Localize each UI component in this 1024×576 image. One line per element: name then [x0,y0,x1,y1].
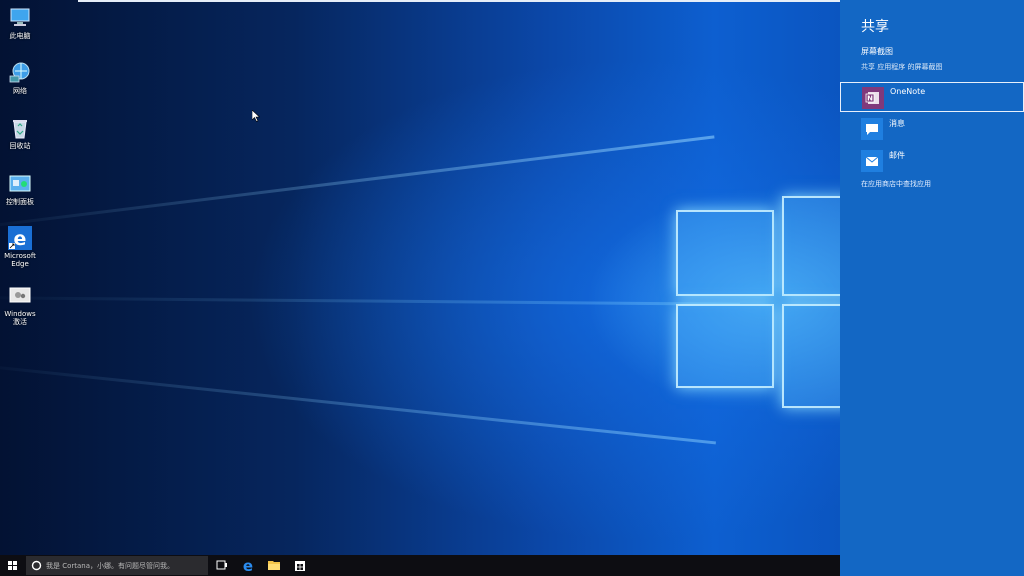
desktop-icon-recycle-bin[interactable]: 回收站 [2,116,38,150]
svg-text:e: e [14,228,27,250]
light-beam [0,362,716,445]
windows-logo-pane [676,210,774,296]
desktop-icon-network[interactable]: 网络 [2,61,38,95]
edge-icon: e [8,226,32,250]
desktop-icon-label: 此电脑 [9,32,31,40]
light-beam [0,135,715,231]
start-button[interactable] [0,555,24,576]
recycle-bin-icon [8,116,32,140]
desktop-icon-label: 网络 [13,87,27,95]
svg-text:N: N [867,95,873,103]
share-title: 共享 [861,19,889,35]
window-edge [78,0,948,2]
desktop-icon-label: Windows激活 [4,310,36,326]
cortana-icon [31,560,42,571]
windows-activation-icon [8,284,32,308]
desktop [0,0,840,555]
edge-icon: e [243,557,253,575]
file-explorer-icon [268,561,280,570]
desktop-icon-edge[interactable]: e Microsoft Edge [2,226,38,268]
desktop-icon-label: 回收站 [9,142,31,150]
svg-text:e: e [243,557,253,575]
share-panel: 共享 屏幕截图 共享 应用程序 的屏幕截图 N OneNote 消息 邮件 在应… [840,0,1024,576]
cortana-search-box[interactable]: 我是 Cortana，小娜。有问题尽管问我。 [26,556,208,575]
task-view-button[interactable] [210,555,234,576]
message-icon [861,118,883,140]
control-panel-icon [8,172,32,196]
share-target-messages[interactable]: 消息 [840,114,1024,144]
share-target-label: 消息 [889,119,905,128]
store-icon [295,561,305,571]
desktop-icon-label: Microsoft Edge [4,252,36,268]
taskbar-store-button[interactable] [288,555,312,576]
desktop-icon-windows-activation[interactable]: Windows激活 [2,284,38,326]
windows-logo-pane [782,304,840,408]
desktop-icon-control-panel[interactable]: 控制面板 [2,172,38,206]
mail-icon [861,150,883,172]
computer-icon [8,6,32,30]
find-apps-in-store-link[interactable]: 在应用商店中查找应用 [861,179,931,189]
share-subtitle: 屏幕截图 [861,47,893,56]
taskbar-file-explorer-button[interactable] [262,555,286,576]
task-view-icon [216,560,227,570]
share-target-mail[interactable]: 邮件 [840,146,1024,176]
taskbar: 我是 Cortana，小娜。有问题尽管问我。 e [0,555,840,576]
taskbar-edge-button[interactable]: e [236,555,260,576]
windows-logo-pane [782,196,840,296]
search-placeholder: 我是 Cortana，小娜。有问题尽管问我。 [46,562,175,570]
desktop-icon-this-pc[interactable]: 此电脑 [2,6,38,40]
share-target-label: OneNote [890,87,926,96]
mouse-pointer-icon [251,107,261,126]
windows-start-icon [8,561,17,570]
desktop-icon-label: 控制面板 [6,198,34,206]
windows-logo-pane [676,304,774,388]
share-description: 共享 应用程序 的屏幕截图 [861,63,943,71]
share-target-onenote[interactable]: N OneNote [840,82,1024,112]
light-beam [0,296,740,306]
onenote-icon: N [862,87,884,109]
share-target-label: 邮件 [889,151,905,160]
network-icon [8,61,32,85]
